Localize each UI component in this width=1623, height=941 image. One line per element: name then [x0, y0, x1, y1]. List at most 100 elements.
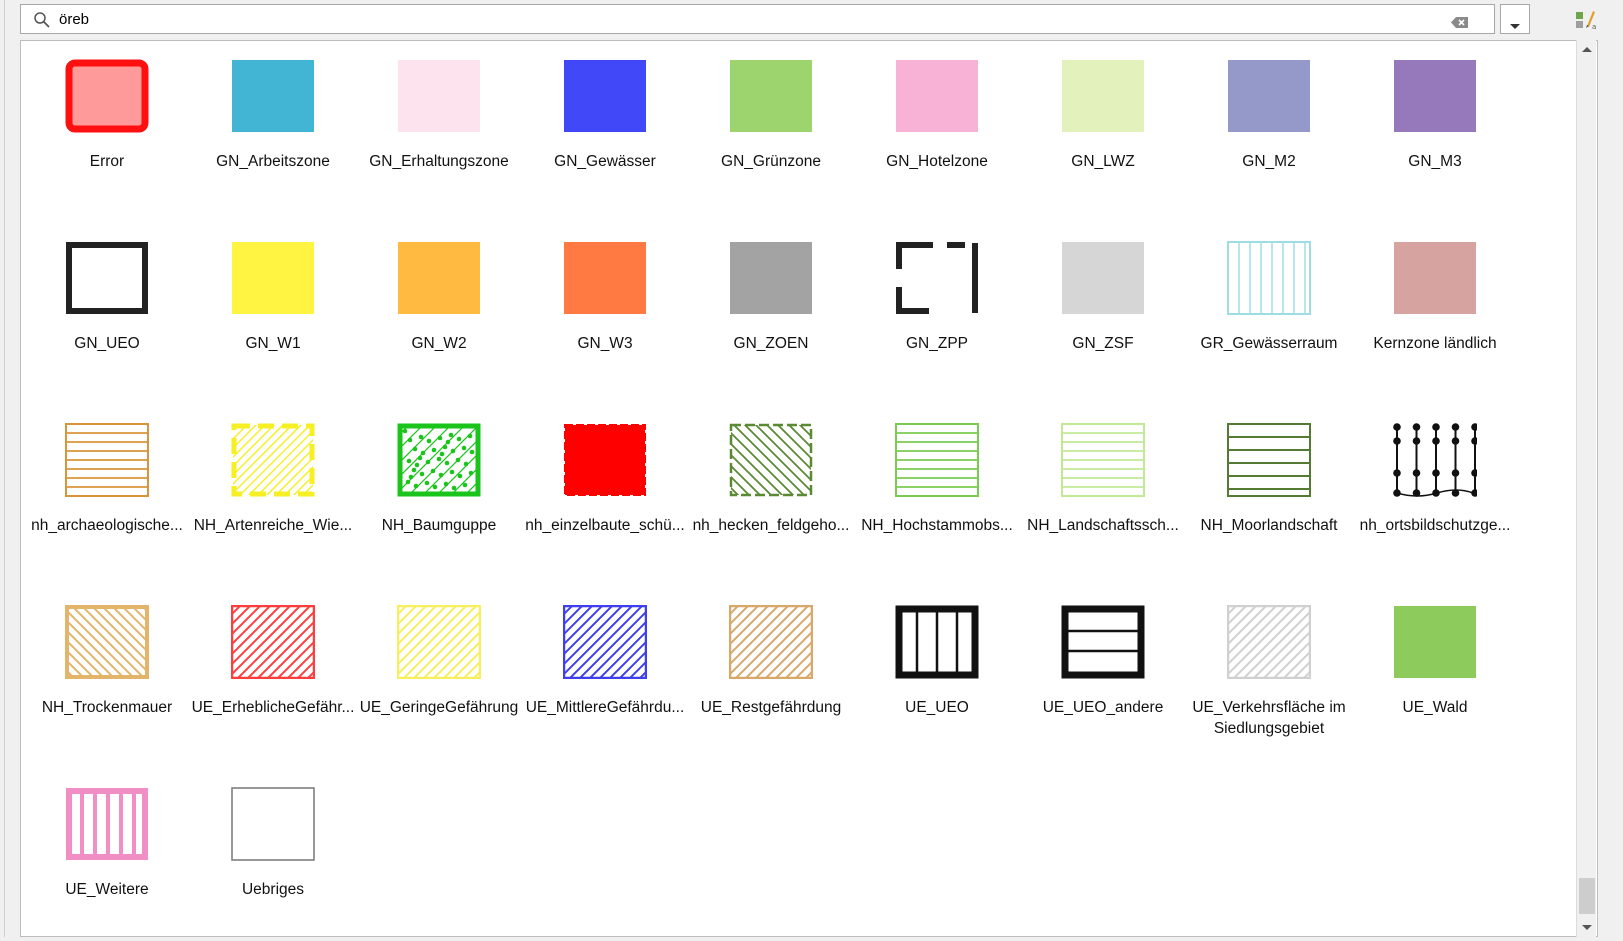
symbol-preview-icon — [895, 605, 979, 679]
symbol-item[interactable]: NH_Landschaftssch... — [1017, 405, 1189, 555]
symbol-label: UE_ErheblicheGefähr... — [191, 699, 355, 716]
search-icon — [33, 11, 51, 29]
symbol-label: GN_LWZ — [1071, 153, 1135, 170]
vertical-scrollbar[interactable] — [1576, 40, 1596, 937]
symbol-item[interactable]: NH_Moorlandschaft — [1183, 405, 1355, 555]
symbol-preview-icon — [563, 241, 647, 315]
symbol-label: GN_W2 — [411, 335, 467, 352]
search-history-dropdown[interactable] — [1500, 4, 1530, 34]
symbol-item[interactable]: nh_einzelbaute_schü... — [519, 405, 691, 555]
symbol-item[interactable]: UE_Verkehrsfläche im Siedlungsgebiet — [1183, 587, 1355, 737]
symbol-preview-icon — [729, 423, 813, 497]
scroll-down-icon[interactable] — [1577, 917, 1597, 937]
symbol-preview-icon — [231, 787, 315, 861]
symbol-label: GN_Grünzone — [721, 153, 821, 170]
symbol-item[interactable]: NH_Baumguppe — [353, 405, 525, 555]
symbol-label: nh_hecken_feldgeho... — [692, 517, 850, 534]
symbol-preview-icon — [397, 423, 481, 497]
symbol-preview-icon — [1227, 59, 1311, 133]
symbol-item[interactable]: UE_UEO — [851, 587, 1023, 737]
symbol-item[interactable]: GN_W3 — [519, 223, 691, 373]
symbol-item[interactable]: UE_ErheblicheGefähr... — [187, 587, 359, 737]
symbol-preview-icon — [65, 605, 149, 679]
symbol-item[interactable]: UE_UEO_andere — [1017, 587, 1189, 737]
symbol-preview-icon — [729, 59, 813, 133]
symbol-item[interactable]: GN_W1 — [187, 223, 359, 373]
symbol-item[interactable]: GN_M3 — [1349, 41, 1521, 191]
symbol-item[interactable]: nh_archaeologische... — [21, 405, 193, 555]
symbol-label: UE_UEO — [905, 699, 969, 716]
symbol-item[interactable]: UE_Restgefährdung — [685, 587, 857, 737]
symbol-item[interactable]: UE_MittlereGefährdu... — [519, 587, 691, 737]
symbol-item[interactable]: GN_UEO — [21, 223, 193, 373]
symbol-label: UE_Verkehrsfläche im Siedlungsgebiet — [1192, 699, 1346, 737]
symbol-label: nh_ortsbildschutzge... — [1359, 517, 1511, 534]
symbol-item[interactable]: Kernzone ländlich — [1349, 223, 1521, 373]
symbol-item[interactable]: NH_Artenreiche_Wie... — [187, 405, 359, 555]
symbol-preview-icon — [1061, 423, 1145, 497]
symbol-preview-icon — [1061, 59, 1145, 133]
search-bar[interactable] — [20, 4, 1495, 34]
symbol-item[interactable]: Error — [21, 41, 193, 191]
symbol-label: GN_W3 — [577, 335, 633, 352]
symbol-label: NH_Landschaftssch... — [1027, 517, 1179, 534]
symbol-list-panel: Error GN_Arbeitszone GN_Erhaltungszone GN_G… — [20, 40, 1598, 937]
symbol-item[interactable]: GN_ZOEN — [685, 223, 857, 373]
svg-text:a: a — [1592, 23, 1596, 30]
symbol-item[interactable]: GN_Erhaltungszone — [353, 41, 525, 191]
symbol-item[interactable]: UE_GeringeGefährung — [353, 587, 525, 737]
symbol-item[interactable]: GR_Gewässerraum — [1183, 223, 1355, 373]
symbol-label: nh_archaeologische... — [31, 517, 183, 534]
symbol-label: GN_Hotelzone — [886, 153, 988, 170]
symbol-preview-icon — [895, 423, 979, 497]
symbol-preview-icon — [397, 241, 481, 315]
symbol-preview-icon — [895, 59, 979, 133]
search-input[interactable] — [59, 8, 1429, 30]
symbol-preview-icon — [1227, 605, 1311, 679]
clear-icon[interactable] — [1451, 14, 1469, 28]
symbol-preview-icon — [231, 241, 315, 315]
symbol-item[interactable]: GN_M2 — [1183, 41, 1355, 191]
symbol-item[interactable]: GN_Gewässer — [519, 41, 691, 191]
scroll-up-icon[interactable] — [1577, 40, 1597, 60]
symbol-label: Kernzone ländlich — [1373, 335, 1497, 352]
symbol-preview-icon — [1227, 241, 1311, 315]
symbol-label: Error — [89, 153, 125, 170]
symbol-item[interactable]: GN_Hotelzone — [851, 41, 1023, 191]
symbol-preview-icon — [1393, 605, 1477, 679]
symbol-preview-icon — [65, 59, 149, 133]
symbol-item[interactable]: Uebriges — [187, 769, 359, 919]
symbol-label: NH_Baumguppe — [381, 517, 497, 534]
symbol-label: GN_Gewässer — [554, 153, 656, 170]
symbol-preview-icon — [563, 605, 647, 679]
symbol-item[interactable]: UE_Wald — [1349, 587, 1521, 737]
symbol-grid: Error GN_Arbeitszone GN_Erhaltungszone GN_G… — [21, 41, 1581, 936]
symbol-item[interactable]: NH_Hochstammobs... — [851, 405, 1023, 555]
symbol-label: GN_UEO — [74, 335, 140, 352]
symbol-preview-icon — [1393, 423, 1477, 497]
symbol-label: nh_einzelbaute_schü... — [525, 517, 685, 534]
symbol-label: UE_Wald — [1402, 699, 1468, 716]
symbol-item[interactable]: UE_Weitere — [21, 769, 193, 919]
symbol-label: NH_Trockenmauer — [41, 699, 173, 716]
symbol-item[interactable]: GN_ZSF — [1017, 223, 1189, 373]
symbol-item[interactable]: nh_hecken_feldgeho... — [685, 405, 857, 555]
symbol-item[interactable]: nh_ortsbildschutzge... — [1349, 405, 1521, 555]
scrollbar-thumb[interactable] — [1579, 878, 1595, 914]
symbol-label: GN_Erhaltungszone — [369, 153, 509, 170]
symbol-item[interactable]: GN_Arbeitszone — [187, 41, 359, 191]
symbol-item[interactable]: NH_Trockenmauer — [21, 587, 193, 737]
symbol-label: UE_MittlereGefährdu... — [525, 699, 685, 716]
symbol-item[interactable]: GN_Grünzone — [685, 41, 857, 191]
symbol-item[interactable]: GN_W2 — [353, 223, 525, 373]
symbol-preview-icon — [397, 59, 481, 133]
symbol-preview-icon — [729, 605, 813, 679]
symbol-label: GN_M2 — [1242, 153, 1296, 170]
symbol-preview-icon — [231, 59, 315, 133]
style-manager-icon[interactable]: a — [1575, 8, 1597, 31]
symbol-preview-icon — [1227, 423, 1311, 497]
symbol-item[interactable]: GN_LWZ — [1017, 41, 1189, 191]
symbol-preview-icon — [1393, 59, 1477, 133]
symbol-item[interactable]: GN_ZPP — [851, 223, 1023, 373]
window-edge — [4, 0, 5, 937]
